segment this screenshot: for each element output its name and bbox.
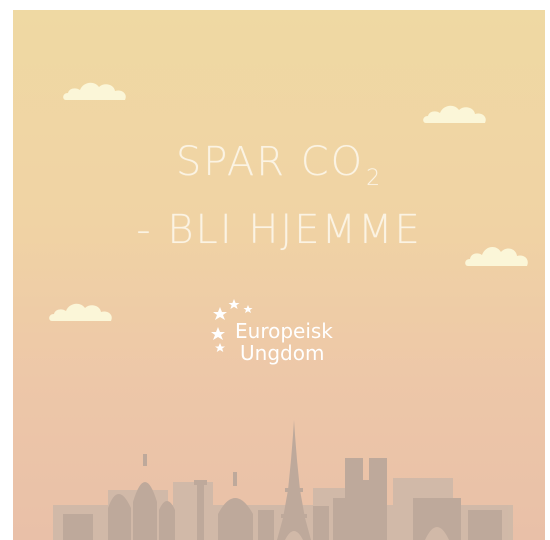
paris-skyline-illustration bbox=[53, 420, 513, 540]
headline-line-2: - BLI HJEMME bbox=[136, 207, 422, 253]
cloud-icon bbox=[423, 105, 486, 123]
headline-line-1: SPAR CO2 bbox=[13, 139, 545, 190]
headline-main: SPAR CO bbox=[175, 139, 365, 185]
cloud-icon bbox=[49, 303, 112, 321]
europeisk-ungdom-logo: Europeisk Ungdom bbox=[208, 297, 368, 377]
cloud-icon bbox=[63, 82, 126, 100]
logo-word-1: Europeisk bbox=[235, 319, 333, 343]
logo-word-2: Ungdom bbox=[240, 341, 325, 365]
poster: SPAR CO2 - BLI HJEMME Europeisk Ungdom bbox=[13, 10, 545, 540]
headline-subscript: 2 bbox=[366, 166, 383, 191]
